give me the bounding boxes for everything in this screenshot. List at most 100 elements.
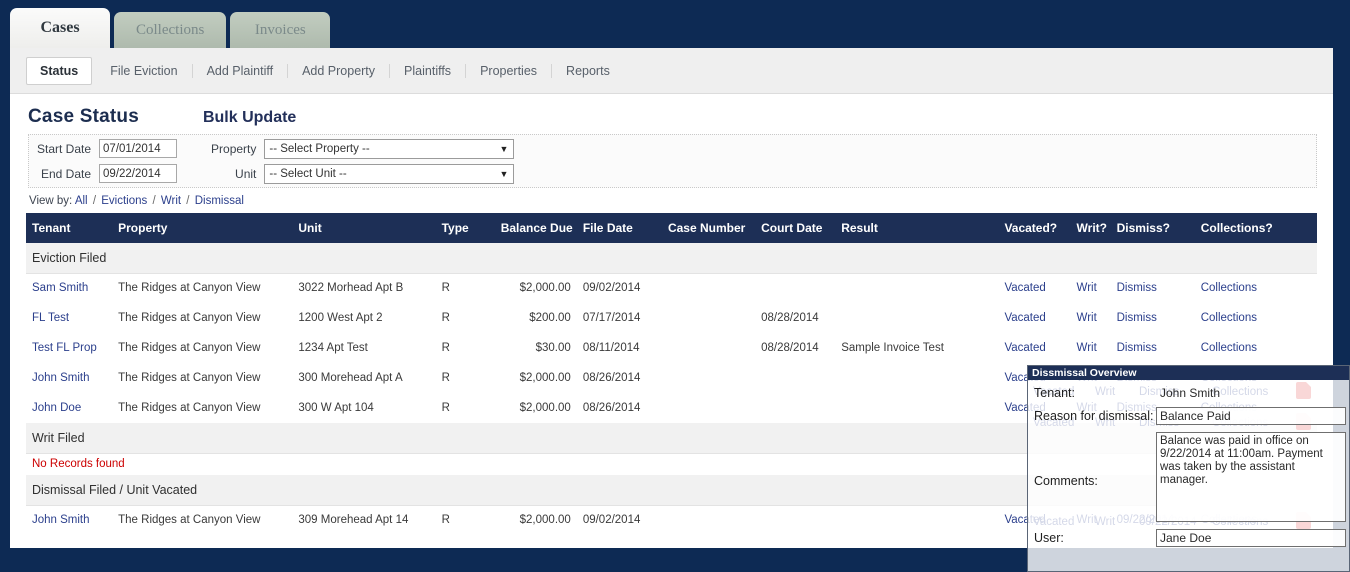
col-case-number[interactable]: Case Number <box>661 213 756 243</box>
cell-balance-due: $200.00 <box>529 312 571 324</box>
col-vacated[interactable]: Vacated? <box>998 213 1071 243</box>
cell-collections-link[interactable]: Collections <box>1201 342 1257 354</box>
cell-property: The Ridges at Canyon View <box>118 312 261 324</box>
reason-label: Reason for dismissal: <box>1034 409 1154 423</box>
property-label: Property <box>211 141 257 156</box>
tab-invoices[interactable]: Invoices <box>230 12 331 48</box>
col-property[interactable]: Property <box>112 213 293 243</box>
cell-vacated-link[interactable]: Vacated <box>1004 312 1045 324</box>
cell-writ[interactable]: Writ <box>1071 303 1111 333</box>
subnav-item-file-eviction[interactable]: File Eviction <box>96 63 193 78</box>
page-heading-row: Case Status Bulk Update <box>10 94 1333 128</box>
cell-file-date: 08/26/2014 <box>582 402 641 414</box>
cell-tenant[interactable]: John Smith <box>26 505 112 535</box>
view-by-bar: View by: All / Evictions / Writ / Dismis… <box>10 188 1333 213</box>
end-date-input[interactable] <box>99 164 178 184</box>
cell-property: The Ridges at Canyon View <box>118 514 261 527</box>
view-by-writ[interactable]: Writ <box>161 195 181 207</box>
view-by-separator: / <box>92 195 97 207</box>
col-unit[interactable]: Unit <box>292 213 436 243</box>
col-dismiss[interactable]: Dismiss? <box>1110 213 1195 243</box>
cell-result: Sample Invoice Test <box>841 342 944 354</box>
property-select[interactable]: -- Select Property -- ▼ <box>264 138 515 159</box>
user-input[interactable]: Jane Doe <box>1156 529 1346 547</box>
dialog-reason-row: Reason for dismissal: Balance Paid <box>1034 407 1349 425</box>
cell-vacated[interactable]: Vacated <box>998 303 1070 333</box>
col-file-date[interactable]: File Date <box>576 213 662 243</box>
reason-input[interactable]: Balance Paid <box>1156 407 1346 425</box>
col-type[interactable]: Type <box>435 213 495 243</box>
cell-tenant-link[interactable]: Test FL Prop <box>32 342 97 354</box>
cell-court-date: 08/28/2014 <box>761 312 819 324</box>
col-balance-due[interactable]: Balance Due <box>494 213 577 243</box>
cell-writ[interactable]: Writ <box>1071 273 1111 303</box>
cell-collections-link[interactable]: Collections <box>1201 282 1257 294</box>
cell-vacated-link[interactable]: Vacated <box>1004 342 1045 354</box>
view-by-evictions[interactable]: Evictions <box>101 195 147 207</box>
col-tenant[interactable]: Tenant <box>26 213 113 243</box>
cell-dismiss-link[interactable]: Dismiss <box>1117 312 1157 324</box>
cell-tenant-link[interactable]: John Smith <box>32 514 90 526</box>
cell-tenant-link[interactable]: John Doe <box>32 402 81 414</box>
cell-unit: 3022 Morhead Apt B <box>298 282 404 295</box>
cell-dismiss-link[interactable]: Dismiss <box>1117 342 1157 354</box>
subnav-item-plaintiffs[interactable]: Plaintiffs <box>390 63 467 78</box>
table-row: Sam Smith The Ridges at Canyon View 3022 M… <box>26 273 1317 303</box>
cell-collections[interactable]: Collections <box>1195 303 1317 333</box>
cell-vacated[interactable]: Vacated <box>998 273 1070 303</box>
cell-writ-link[interactable]: Writ <box>1077 342 1097 354</box>
cell-case-number <box>662 273 755 303</box>
cell-dismiss[interactable]: Dismiss <box>1111 333 1195 363</box>
subnav-item-add-property[interactable]: Add Property <box>288 63 391 78</box>
subnav-item-add-plaintiff[interactable]: Add Plaintiff <box>193 63 289 78</box>
primary-tabs: Cases Collections Invoices <box>10 8 331 48</box>
col-court-date[interactable]: Court Date <box>755 213 836 243</box>
cell-dismiss[interactable]: Dismiss <box>1111 273 1195 303</box>
subnav-item-status[interactable]: Status <box>26 56 93 85</box>
view-by-all[interactable]: All <box>75 195 88 207</box>
view-by-dismissal[interactable]: Dismissal <box>195 195 244 207</box>
tab-collections[interactable]: Collections <box>114 12 227 48</box>
col-writ[interactable]: Writ? <box>1070 213 1111 243</box>
cell-tenant-link[interactable]: Sam Smith <box>32 282 88 294</box>
cell-writ-link[interactable]: Writ <box>1077 282 1097 294</box>
user-label: User: <box>1034 531 1064 545</box>
cell-tenant[interactable]: Sam Smith <box>26 273 112 303</box>
subnav-item-properties[interactable]: Properties <box>466 63 553 78</box>
filter-panel: Start Date Property -- Select Property -… <box>28 134 1317 188</box>
cell-tenant[interactable]: Test FL Prop <box>26 333 112 363</box>
cell-vacated[interactable]: Vacated <box>998 333 1070 363</box>
cell-type: R <box>441 402 450 414</box>
unit-select[interactable]: -- Select Unit -- ▼ <box>264 163 515 184</box>
col-result[interactable]: Result <box>835 213 999 243</box>
cell-collections[interactable]: Collections <box>1195 273 1317 303</box>
cell-writ-link[interactable]: Writ <box>1077 312 1097 324</box>
col-collections[interactable]: Collections? <box>1194 213 1317 243</box>
cell-writ[interactable]: Writ <box>1071 333 1111 363</box>
cell-dismiss[interactable]: Dismiss <box>1111 303 1195 333</box>
dialog-tenant-row: Tenant: John Smith <box>1034 384 1349 400</box>
start-date-input[interactable] <box>99 139 178 159</box>
cell-collections-link[interactable]: Collections <box>1201 312 1257 324</box>
cell-unit: 1234 Apt Test <box>298 342 368 354</box>
cell-dismiss-link[interactable]: Dismiss <box>1117 282 1157 294</box>
table-section-title: Eviction Filed <box>26 243 1317 274</box>
secondary-nav: Status File Eviction Add Plaintiff Add P… <box>10 48 1333 94</box>
chevron-down-icon: ▼ <box>499 168 509 179</box>
cell-tenant-link[interactable]: FL Test <box>32 312 69 324</box>
view-by-separator: / <box>186 195 190 207</box>
cell-result <box>835 273 998 303</box>
cell-collections[interactable]: Collections <box>1195 333 1317 363</box>
cell-tenant[interactable]: John Doe <box>26 393 112 423</box>
bulk-update-link[interactable]: Bulk Update <box>203 109 296 127</box>
comments-textarea[interactable]: Balance was paid in office on 9/22/2014 … <box>1156 432 1346 522</box>
cell-tenant-link[interactable]: John Smith <box>32 372 90 384</box>
subnav-item-reports[interactable]: Reports <box>552 64 624 78</box>
tab-cases[interactable]: Cases <box>10 8 110 48</box>
table-row: Test FL Prop The Ridges at Canyon View 123… <box>26 333 1317 363</box>
cell-tenant[interactable]: FL Test <box>26 303 112 333</box>
cell-tenant[interactable]: John Smith <box>26 363 112 393</box>
cell-vacated-link[interactable]: Vacated <box>1004 282 1045 294</box>
dialog-title: Dissmissal Overview <box>1028 366 1349 380</box>
cell-type: R <box>441 372 450 384</box>
